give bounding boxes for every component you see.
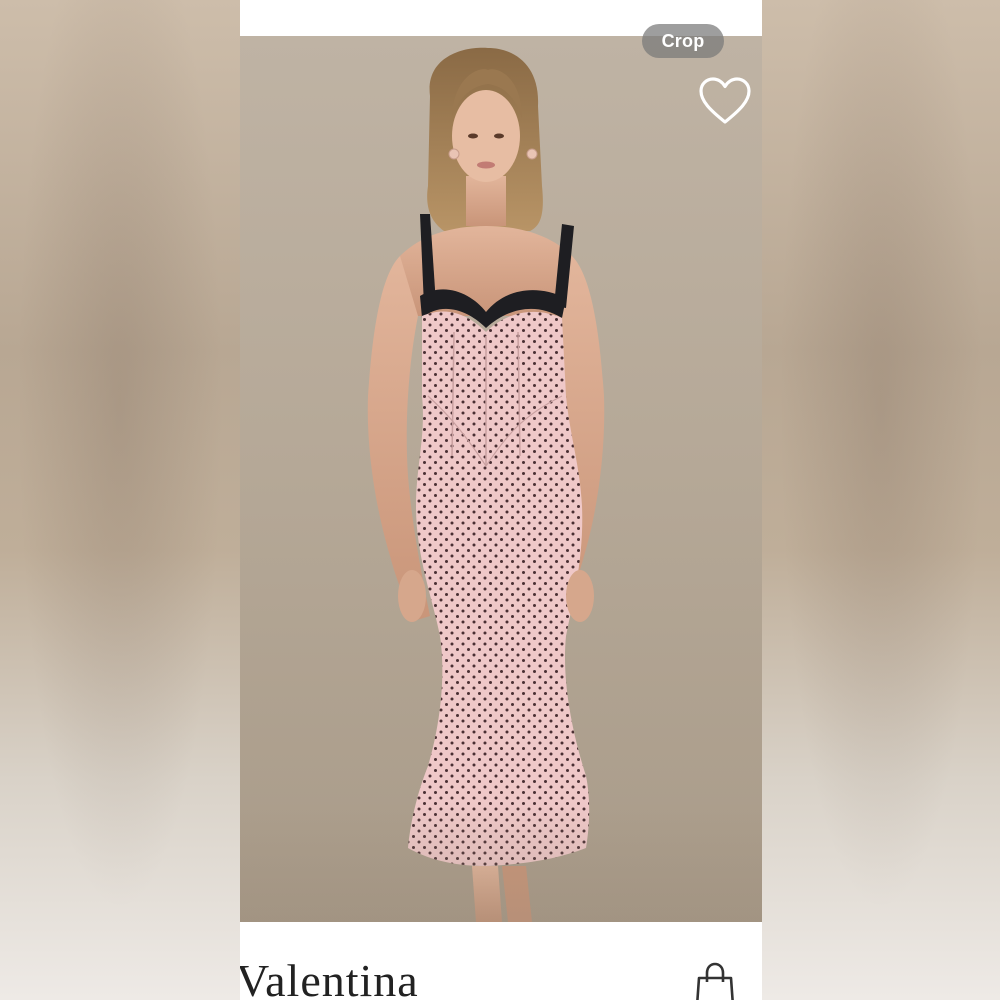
blurred-background-right [762,0,1000,1000]
product-screen: Crop Valentina [240,0,762,1000]
product-title: Valentina [240,955,419,1000]
model-illustration [367,47,605,922]
blurred-background-left [0,0,240,1000]
crop-button[interactable]: Crop [642,24,724,58]
heart-icon[interactable] [698,76,752,126]
shopping-bag-icon[interactable] [692,962,738,1000]
product-image[interactable] [240,36,762,922]
